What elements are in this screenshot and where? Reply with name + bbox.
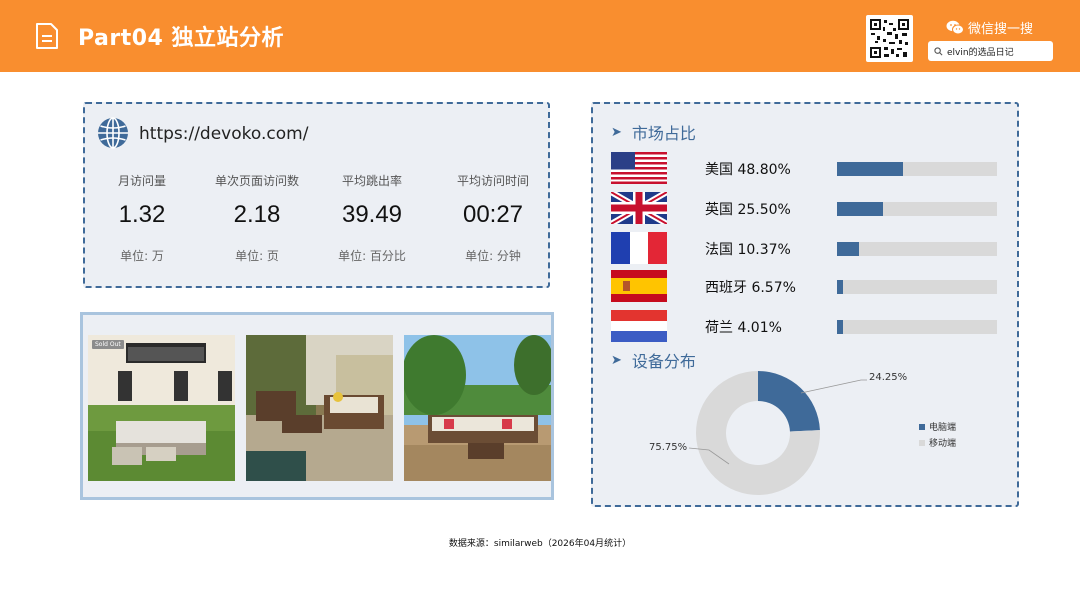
globe-icon	[98, 117, 128, 149]
stat-unit: 单位: 页	[235, 249, 279, 263]
stat-visit-duration: 平均访问时间 00:27 单位: 分钟	[438, 172, 548, 264]
wechat-icon	[946, 20, 964, 35]
stat-label: 平均跳出率	[341, 174, 402, 188]
legend-swatch	[919, 439, 925, 446]
header-bar: Part04 独立站分析 微信搜一搜 elvin的选品日记	[0, 0, 1080, 72]
stat-unit: 单位: 百分比	[338, 249, 406, 263]
stat-value: 2.18	[233, 201, 281, 228]
legend-label: 电脑端	[929, 423, 957, 433]
stat-label: 月访问量	[117, 174, 166, 188]
stat-label: 平均访问时间	[456, 174, 529, 188]
product-photo-panel: Sold Out	[80, 312, 554, 500]
legend-swatch	[919, 423, 925, 430]
market-device-panel: ➤ 市场占比 美国 48.80% 英国 25.50% 法国 10.37% 西班牙…	[591, 102, 1019, 507]
wechat-label: 微信搜一搜	[968, 22, 1034, 37]
product-photo-3	[404, 335, 551, 481]
search-text: elvin的选品日记	[947, 47, 1014, 58]
product-photo-2	[246, 335, 393, 481]
document-icon	[36, 23, 58, 49]
wechat-search-label: 微信搜一搜	[946, 18, 1033, 37]
site-stats-panel: https://devoko.com/ 月访问量 1.32 单位: 万 单次页面…	[83, 102, 550, 288]
stat-unit: 单位: 分钟	[465, 249, 521, 263]
stat-value: 00:27	[462, 201, 524, 228]
stat-bounce-rate: 平均跳出率 39.49 单位: 百分比	[317, 172, 427, 264]
stat-unit: 单位: 万	[120, 249, 164, 263]
device-legend: 电脑端 移动端	[919, 420, 956, 452]
qr-code	[866, 15, 913, 62]
legend-item-desktop: 电脑端	[919, 420, 956, 433]
site-url: https://devoko.com/	[139, 124, 309, 144]
search-box[interactable]: elvin的选品日记	[928, 41, 1053, 61]
legend-item-mobile: 移动端	[919, 436, 956, 449]
stat-value: 1.32	[118, 201, 166, 228]
leader-lines	[688, 379, 867, 465]
stat-pages-per-visit: 单次页面访问数 2.18 单位: 页	[202, 172, 312, 264]
page-title: Part04 独立站分析	[78, 26, 285, 51]
legend-label: 移动端	[929, 439, 957, 449]
stat-value: 39.49	[341, 201, 403, 228]
product-photo-1: Sold Out	[88, 335, 235, 481]
stat-label: 单次页面访问数	[214, 174, 299, 188]
stat-monthly-visits: 月访问量 1.32 单位: 万	[87, 172, 197, 264]
data-source-footer: 数据来源：similarweb（2026年04月统计）	[448, 539, 632, 549]
search-icon	[934, 46, 943, 55]
sold-out-badge: Sold Out	[92, 340, 124, 349]
